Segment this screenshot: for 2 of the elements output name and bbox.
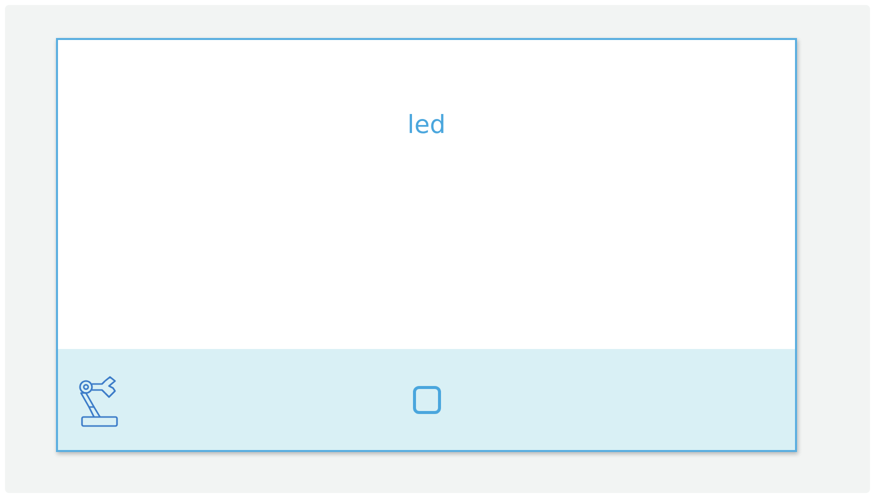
checkbox[interactable] [412, 386, 440, 414]
card-title: led [407, 109, 446, 141]
